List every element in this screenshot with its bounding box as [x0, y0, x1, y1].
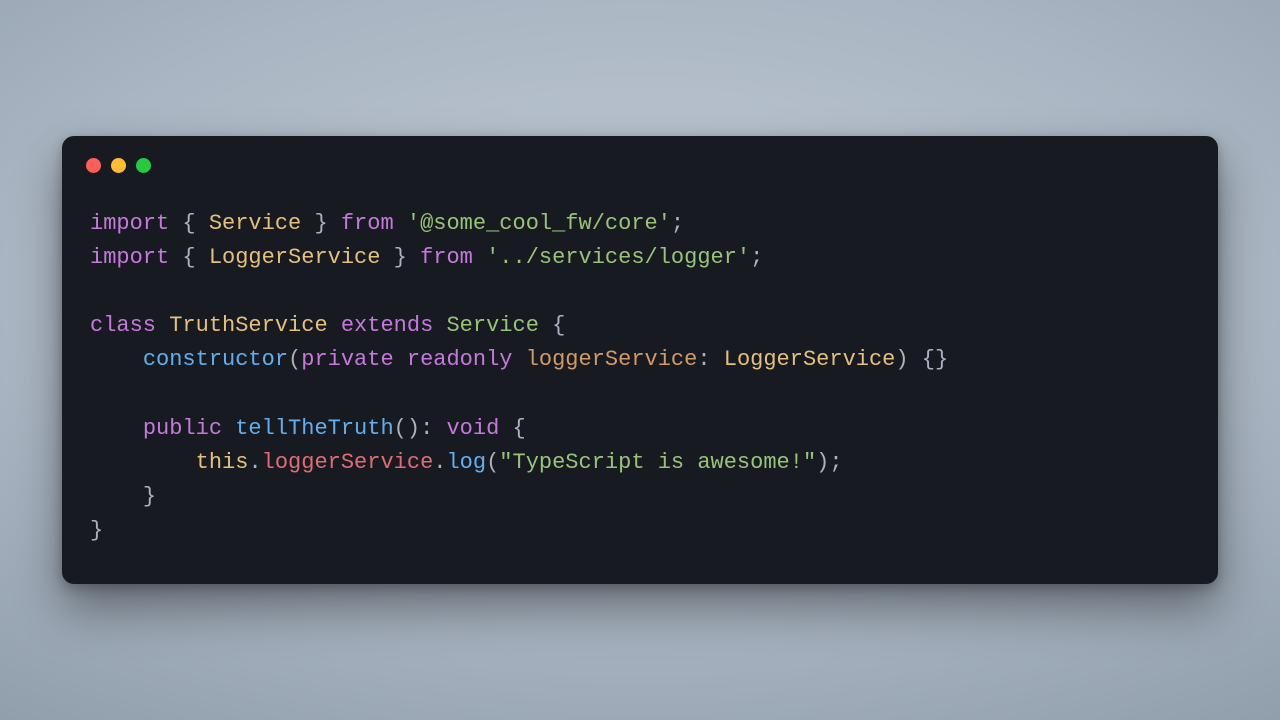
- keyword-public: public: [143, 416, 222, 441]
- punct: ;: [750, 245, 763, 270]
- code-line: import { Service } from '@some_cool_fw/c…: [90, 211, 684, 236]
- punct: }: [90, 518, 103, 543]
- fn-tellthetruth: tellTheTruth: [235, 416, 393, 441]
- code-line: this.loggerService.log("TypeScript is aw…: [90, 450, 843, 475]
- type-void: void: [446, 416, 499, 441]
- punct: {: [539, 313, 565, 338]
- punct: {: [499, 416, 525, 441]
- close-icon[interactable]: [86, 158, 101, 173]
- punct: }: [143, 484, 156, 509]
- zoom-icon[interactable]: [136, 158, 151, 173]
- punct: [473, 245, 486, 270]
- code-block: import { Service } from '@some_cool_fw/c…: [62, 173, 1218, 548]
- code-line: class TruthService extends Service {: [90, 313, 565, 338]
- keyword-class: class: [90, 313, 156, 338]
- punct: .: [433, 450, 446, 475]
- keyword-from: from: [420, 245, 473, 270]
- code-line: [90, 279, 103, 304]
- code-line: constructor(private readonly loggerServi…: [90, 347, 948, 372]
- indent: [90, 347, 143, 372]
- keyword-readonly: readonly: [407, 347, 513, 372]
- ident-service: Service: [209, 211, 301, 236]
- code-line: }: [90, 518, 103, 543]
- type-loggerservice: LoggerService: [724, 347, 896, 372]
- keyword-from: from: [341, 211, 394, 236]
- indent: [90, 484, 143, 509]
- code-line: public tellTheTruth(): void {: [90, 416, 526, 441]
- punct: [513, 347, 526, 372]
- keyword-this: this: [196, 450, 249, 475]
- punct: {: [169, 211, 209, 236]
- punct: ():: [394, 416, 447, 441]
- punct: [394, 211, 407, 236]
- keyword-extends: extends: [341, 313, 433, 338]
- punct: [433, 313, 446, 338]
- code-line: import { LoggerService } from '../servic…: [90, 245, 763, 270]
- code-line: [90, 382, 103, 407]
- keyword-import: import: [90, 211, 169, 236]
- punct: );: [816, 450, 842, 475]
- code-line: }: [90, 484, 156, 509]
- punct: [394, 347, 407, 372]
- string-path: '@some_cool_fw/core': [407, 211, 671, 236]
- punct: .: [248, 450, 261, 475]
- string-path: '../services/logger': [486, 245, 750, 270]
- punct: ) {}: [895, 347, 948, 372]
- keyword-import: import: [90, 245, 169, 270]
- punct: [156, 313, 169, 338]
- string-msg: "TypeScript is awesome!": [499, 450, 816, 475]
- punct: [222, 416, 235, 441]
- punct: ;: [671, 211, 684, 236]
- param-loggerservice: loggerService: [526, 347, 698, 372]
- punct: (: [288, 347, 301, 372]
- punct: (: [486, 450, 499, 475]
- fn-log: log: [446, 450, 486, 475]
- punct: }: [301, 211, 341, 236]
- indent: [90, 416, 143, 441]
- prop-loggerservice: loggerService: [262, 450, 434, 475]
- punct: }: [380, 245, 420, 270]
- punct: :: [697, 347, 723, 372]
- minimize-icon[interactable]: [111, 158, 126, 173]
- fn-constructor: constructor: [143, 347, 288, 372]
- keyword-private: private: [301, 347, 393, 372]
- punct: [328, 313, 341, 338]
- titlebar: [62, 136, 1218, 173]
- indent: [90, 450, 196, 475]
- ident-logger: LoggerService: [209, 245, 381, 270]
- ident-truthservice: TruthService: [169, 313, 327, 338]
- ident-service: Service: [446, 313, 538, 338]
- code-window: import { Service } from '@some_cool_fw/c…: [62, 136, 1218, 584]
- punct: {: [169, 245, 209, 270]
